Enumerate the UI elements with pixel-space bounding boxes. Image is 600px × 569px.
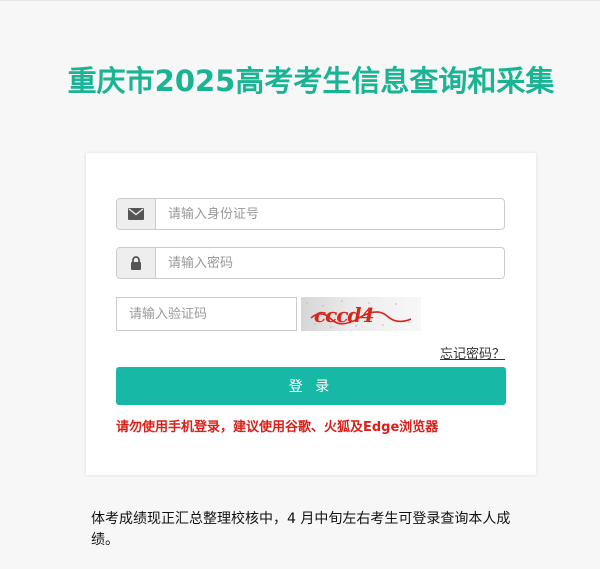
captcha-image[interactable]: cccd4 [301,297,421,331]
page-title: 重庆市2025高考考生信息查询和采集 [67,64,555,98]
lock-icon [117,248,156,278]
captcha-input[interactable] [116,297,297,331]
score-notice: 体考成绩现正汇总整理校核中，4 月中旬左右考生可登录查询本人成绩。 [91,511,511,548]
browser-warning: 请勿使用手机登录，建议使用谷歌、火狐及Edge浏览器 [116,420,439,435]
envelope-icon [117,199,156,229]
login-button[interactable]: 登 录 [116,367,506,405]
login-card: cccd4 忘记密码？ 登 录 请勿使用手机登录，建议使用谷歌、火狐及Edge浏… [86,153,536,475]
password-input-group [116,247,505,279]
id-number-input-group [116,198,505,230]
password-input[interactable] [156,248,504,278]
captcha-code: cccd4 [314,303,374,327]
top-divider [0,0,600,1]
forgot-password-link[interactable]: 忘记密码？ [440,343,505,362]
id-number-input[interactable] [156,199,504,229]
